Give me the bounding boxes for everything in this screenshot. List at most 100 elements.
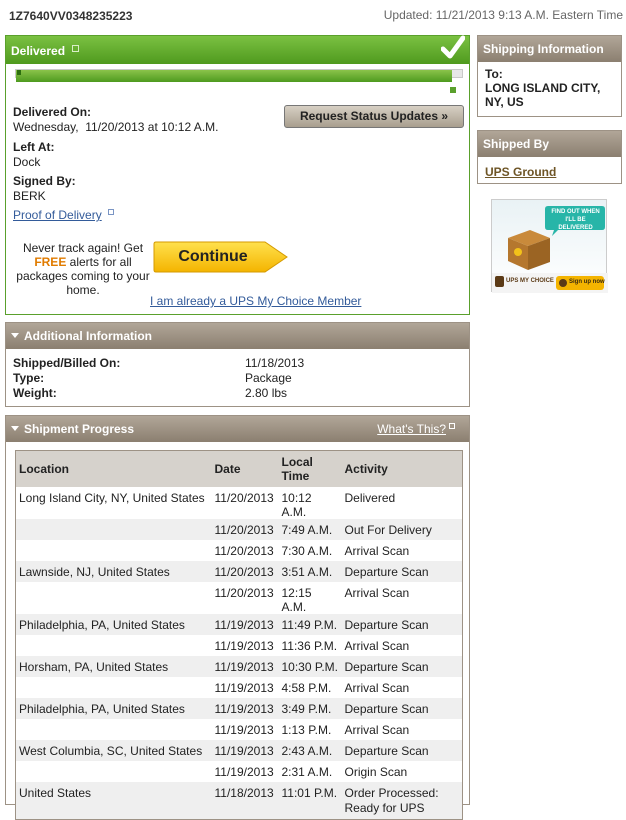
ups-ground-link[interactable]: UPS Ground: [485, 165, 556, 179]
table-row: West Columbia, SC, United States 11/19/20…: [15, 739, 463, 761]
my-choice-promo: Never track again! Get FREE alerts for a…: [12, 241, 154, 297]
left-at-label: Left At:: [13, 140, 55, 154]
shipment-progress-title: Shipment Progress: [24, 422, 135, 436]
progress-fill: [16, 70, 452, 82]
request-status-updates-button[interactable]: Request Status Updates »: [284, 105, 464, 128]
cell-date: 11/19/2013: [214, 722, 274, 737]
collapse-triangle-icon[interactable]: [11, 333, 19, 338]
additional-info-title: Additional Information: [24, 329, 152, 343]
cell-activity: Arrival Scan: [344, 638, 410, 653]
shipping-info-header: Shipping Information: [478, 36, 621, 62]
cell-date: 11/20/2013: [214, 585, 274, 600]
cell-date: 11/20/2013: [211, 518, 279, 540]
cell-time: 7:49 A.M.: [278, 518, 342, 540]
cell-date: 11/20/2013: [214, 543, 274, 558]
col-date: Date: [211, 450, 279, 487]
cell-activity: Out For Delivery: [341, 518, 463, 540]
cell-time: 12:15 A.M.: [281, 585, 312, 614]
cell-date: 11/19/2013: [211, 655, 279, 677]
table-row: Lawnside, NJ, United States 11/20/2013 3:5…: [15, 560, 463, 582]
cell-time: 10:30 P.M.: [278, 655, 342, 677]
cell-date: 11/19/2013: [214, 638, 274, 653]
signed-by-value: BERK: [13, 189, 46, 203]
col-activity: Activity: [341, 450, 463, 487]
cell-location: United States: [15, 781, 212, 819]
promo-line1: Never track again! Get: [22, 241, 144, 255]
continue-label: Continue: [178, 248, 248, 265]
cell-location: [16, 761, 212, 782]
checkmark-icon: [441, 35, 465, 59]
col-location: Location: [15, 450, 212, 487]
additional-info-header[interactable]: Additional Information: [6, 323, 469, 349]
cell-location: [16, 540, 212, 561]
col-local-time: Local Time: [278, 450, 342, 487]
cell-time: 4:58 P.M.: [281, 680, 332, 695]
cell-date: 11/19/2013: [211, 697, 279, 719]
top-bar: 1Z7640VV0348235223 Updated: 11/21/2013 9…: [9, 8, 623, 26]
cell-activity: Departure Scan: [341, 655, 463, 677]
continue-button[interactable]: Continue: [153, 241, 289, 273]
delivered-on-label: Delivered On:: [13, 105, 92, 119]
cell-date: 11/19/2013: [214, 764, 274, 779]
my-choice-member-link[interactable]: I am already a UPS My Choice Member: [150, 294, 361, 308]
table-row: 11/20/2013 7:49 A.M. Out For Delivery: [15, 518, 463, 540]
signed-by-block: Signed By: BERK: [13, 174, 76, 203]
cell-time: 2:43 A.M.: [278, 739, 342, 761]
cell-time: 10:12 A.M.: [281, 490, 312, 519]
cell-time: 1:13 P.M.: [281, 722, 332, 737]
ad-brand: UPS MY CHOICE: [506, 278, 554, 284]
cell-activity: Departure Scan: [341, 739, 463, 761]
cell-date: 11/19/2013: [211, 739, 279, 761]
cell-activity: Order Processed: Ready for UPS: [341, 781, 463, 819]
cell-time: 11:36 P.M.: [281, 638, 338, 653]
collapse-triangle-icon[interactable]: [11, 426, 19, 431]
external-window-icon[interactable]: [108, 209, 115, 215]
table-row: 11/19/2013 11:36 P.M. Arrival Scan: [16, 635, 463, 656]
table-row: 11/19/2013 2:31 A.M. Origin Scan: [16, 761, 463, 782]
progress-end-marker: [450, 87, 456, 93]
table-row: 11/19/2013 4:58 P.M. Arrival Scan: [16, 677, 463, 698]
external-window-icon[interactable]: [72, 45, 80, 52]
cell-location: Philadelphia, PA, United States: [15, 697, 212, 719]
type-row: Type: Package: [13, 371, 292, 385]
external-window-icon[interactable]: [449, 423, 455, 429]
shipment-progress-table: Location Date Local Time Activity Long I…: [15, 450, 463, 820]
cell-activity: Arrival Scan: [344, 543, 410, 558]
cell-activity: Departure Scan: [341, 613, 463, 635]
cell-activity: Arrival Scan: [344, 680, 410, 695]
shipped-billed-row: Shipped/Billed On: 11/18/2013: [13, 356, 305, 370]
cell-activity: Delivered: [344, 490, 396, 505]
ad-bubble-text: FIND OUT WHEN I'LL BE DELIVERED: [551, 209, 600, 231]
cell-time: 2:31 A.M.: [281, 764, 333, 779]
shipping-info-panel: Shipping Information To: LONG ISLAND CIT…: [477, 35, 622, 117]
delivered-panel: Delivered Delivered On: Wednesday, 11/20…: [5, 35, 470, 315]
cell-location: Philadelphia, PA, United States: [15, 613, 212, 635]
cell-time: 11:49 P.M.: [278, 613, 342, 635]
cell-location: Horsham, PA, United States: [15, 655, 212, 677]
cell-activity: Arrival Scan: [344, 722, 410, 737]
proof-of-delivery-link[interactable]: Proof of Delivery: [13, 208, 102, 222]
table-row: 11/20/2013 12:15 A.M. Arrival Scan: [16, 582, 463, 614]
ship-to-label: To:: [485, 67, 503, 81]
cell-date: 11/20/2013: [214, 490, 274, 505]
table-header-row: Location Date Local Time Activity: [15, 450, 463, 487]
cell-date: 11/19/2013: [214, 680, 274, 695]
table-row: Horsham, PA, United States 11/19/2013 10:3…: [15, 655, 463, 677]
cell-location: Lawnside, NJ, United States: [15, 560, 212, 582]
table-row: 11/19/2013 1:13 P.M. Arrival Scan: [16, 719, 463, 740]
cell-date: 11/18/2013: [211, 781, 279, 819]
whats-this-link[interactable]: What's This?: [377, 416, 455, 442]
delivered-title: Delivered: [11, 44, 66, 58]
shipment-progress-panel: Shipment Progress What's This? Location …: [5, 415, 470, 820]
progress-start-marker: [17, 70, 21, 75]
ups-my-choice-ad[interactable]: FIND OUT WHEN I'LL BE DELIVERED UPS MY C…: [491, 199, 608, 293]
ad-signup-button[interactable]: Sign up now: [569, 279, 605, 285]
shipment-progress-header[interactable]: Shipment Progress What's This?: [6, 416, 469, 442]
cell-activity: Departure Scan: [341, 697, 463, 719]
shipped-by-header: Shipped By: [478, 131, 621, 157]
updated-timestamp: Updated: 11/21/2013 9:13 A.M. Eastern Ti…: [383, 8, 623, 22]
cell-date: 11/20/2013: [211, 560, 279, 582]
delivered-on-value: Wednesday, 11/20/2013 at 10:12 A.M.: [13, 120, 219, 134]
cell-activity: Origin Scan: [344, 764, 408, 779]
cell-location: [16, 635, 212, 656]
